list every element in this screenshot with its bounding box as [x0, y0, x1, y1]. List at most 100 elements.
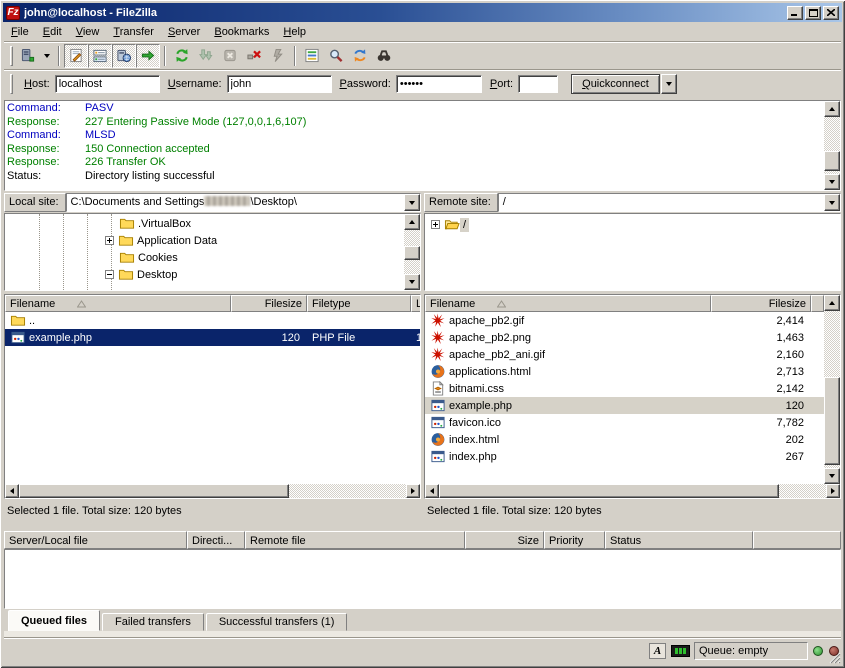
host-input[interactable]	[55, 75, 160, 93]
quickconnect-dropdown-button[interactable]	[661, 74, 677, 94]
tree-item[interactable]: Cookies	[119, 249, 181, 266]
menu-edit[interactable]: Edit	[36, 24, 69, 40]
tab-failed-transfers[interactable]: Failed transfers	[102, 613, 204, 631]
remote-site-combobox[interactable]: /	[498, 193, 841, 212]
remote-site-bar: Remote site: /	[424, 193, 841, 212]
column-header-lastmodified[interactable]: L	[411, 295, 421, 312]
queue-col-direction[interactable]: Directi...	[187, 531, 245, 549]
scroll-left-button[interactable]	[5, 484, 19, 498]
file-row[interactable]: applications.html 2,713	[425, 363, 824, 380]
column-header-filename[interactable]: Filename	[425, 295, 711, 312]
password-input[interactable]	[396, 75, 482, 93]
file-row[interactable]: apache_pb2.gif 2,414	[425, 312, 824, 329]
tree-item[interactable]: .VirtualBox	[119, 215, 194, 232]
menu-help[interactable]: Help	[276, 24, 313, 40]
minimize-button[interactable]	[787, 6, 803, 20]
remote-site-path[interactable]: /	[499, 194, 824, 211]
menu-server[interactable]: Server	[161, 24, 207, 40]
log-scroll-down-button[interactable]	[824, 174, 840, 190]
username-input[interactable]	[227, 75, 332, 93]
port-input[interactable]	[518, 75, 558, 93]
synchronized-browsing-button[interactable]	[348, 44, 372, 68]
file-row-parent-dir[interactable]: ..	[5, 312, 420, 329]
column-header-filesize[interactable]: Filesize	[231, 295, 307, 312]
tree-item[interactable]: /	[431, 216, 469, 233]
cancel-button[interactable]	[218, 44, 242, 68]
file-row[interactable]: index.html 202	[425, 431, 824, 448]
local-list-hscrollbar[interactable]	[5, 484, 420, 498]
local-site-dropdown-button[interactable]	[404, 194, 420, 211]
scroll-thumb[interactable]	[824, 377, 840, 465]
scroll-down-button[interactable]	[404, 274, 420, 290]
titlebar[interactable]: Fz john@localhost - FileZilla	[3, 3, 842, 22]
scroll-up-button[interactable]	[824, 295, 840, 311]
column-header-filesize[interactable]: Filesize	[711, 295, 811, 312]
site-manager-button[interactable]	[16, 44, 54, 68]
tab-successful-transfers[interactable]: Successful transfers (1)	[206, 613, 348, 631]
file-row-selected[interactable]: example.php 120	[425, 397, 824, 414]
log-scroll-thumb[interactable]	[824, 151, 840, 171]
queue-col-size[interactable]: Size	[465, 531, 544, 549]
queue-col-priority[interactable]: Priority	[544, 531, 605, 549]
remote-site-dropdown-button[interactable]	[824, 194, 840, 211]
local-tree-scrollbar[interactable]	[404, 214, 420, 290]
tab-queued-files[interactable]: Queued files	[8, 610, 100, 631]
remote-list-vscrollbar[interactable]	[824, 295, 840, 484]
queue-col-status[interactable]: Status	[605, 531, 753, 549]
directory-comparison-button[interactable]	[324, 44, 348, 68]
file-row-selected[interactable]: example.php 120 PHP File 1	[5, 329, 420, 346]
menu-view[interactable]: View	[69, 24, 107, 40]
file-row[interactable]: index.php 267	[425, 448, 824, 465]
scroll-thumb[interactable]	[19, 484, 289, 498]
scroll-down-button[interactable]	[824, 468, 840, 484]
filename-filters-button[interactable]	[300, 44, 324, 68]
queue-body[interactable]	[4, 549, 841, 609]
log-scrollbar[interactable]	[824, 101, 840, 190]
scroll-up-button[interactable]	[404, 214, 420, 230]
disconnect-button[interactable]	[242, 44, 266, 68]
log-scroll-up-button[interactable]	[824, 101, 840, 117]
quickconnect-grip[interactable]	[10, 74, 13, 94]
quickconnect-button[interactable]: Quickconnect	[571, 74, 660, 94]
file-row[interactable]: bitnami.css 2,142	[425, 380, 824, 397]
toggle-transfer-queue-button[interactable]	[136, 44, 160, 68]
collapse-icon[interactable]	[105, 270, 114, 279]
toggle-local-tree-button[interactable]	[88, 44, 112, 68]
local-site-combobox[interactable]: C:\Documents and Settings\Desktop\	[66, 193, 421, 212]
toggle-remote-tree-button[interactable]	[112, 44, 136, 68]
refresh-button[interactable]	[170, 44, 194, 68]
expand-icon[interactable]	[431, 220, 440, 229]
queue-col-server-local-file[interactable]: Server/Local file	[4, 531, 187, 549]
find-files-button[interactable]	[372, 44, 396, 68]
file-row[interactable]: apache_pb2.png 1,463	[425, 329, 824, 346]
reconnect-button[interactable]	[266, 44, 290, 68]
local-site-path[interactable]: C:\Documents and Settings\Desktop\	[67, 194, 404, 211]
scroll-left-button[interactable]	[425, 484, 439, 498]
remote-list-hscrollbar[interactable]	[425, 484, 840, 498]
scroll-thumb[interactable]	[404, 246, 420, 260]
scroll-thumb[interactable]	[439, 484, 779, 498]
close-button[interactable]	[823, 6, 839, 20]
column-header-filetype[interactable]: Filetype	[307, 295, 411, 312]
file-row[interactable]: apache_pb2_ani.gif 2,160	[425, 346, 824, 363]
scroll-right-button[interactable]	[406, 484, 420, 498]
data-type-ascii-icon[interactable]: A	[649, 643, 666, 659]
menu-transfer[interactable]: Transfer	[106, 24, 161, 40]
maximize-button[interactable]	[805, 6, 821, 20]
speed-limit-icon[interactable]	[671, 645, 690, 657]
queue-col-remote-file[interactable]: Remote file	[245, 531, 465, 549]
file-row[interactable]: favicon.ico 7,782	[425, 414, 824, 431]
filezilla-app-icon[interactable]: Fz	[6, 6, 20, 20]
column-header-filename[interactable]: Filename	[5, 295, 231, 312]
scroll-right-button[interactable]	[826, 484, 840, 498]
resize-grip[interactable]	[828, 651, 841, 664]
tree-item[interactable]: Application Data	[105, 232, 220, 249]
expand-icon[interactable]	[105, 236, 114, 245]
menu-file[interactable]: File	[4, 24, 36, 40]
toggle-message-log-button[interactable]	[64, 44, 88, 68]
menu-bookmarks[interactable]: Bookmarks	[207, 24, 276, 40]
process-queue-button[interactable]	[194, 44, 218, 68]
dropdown-arrow-icon	[666, 82, 672, 86]
tree-item[interactable]: Desktop	[105, 266, 180, 283]
toolbar-grip[interactable]	[10, 46, 13, 66]
